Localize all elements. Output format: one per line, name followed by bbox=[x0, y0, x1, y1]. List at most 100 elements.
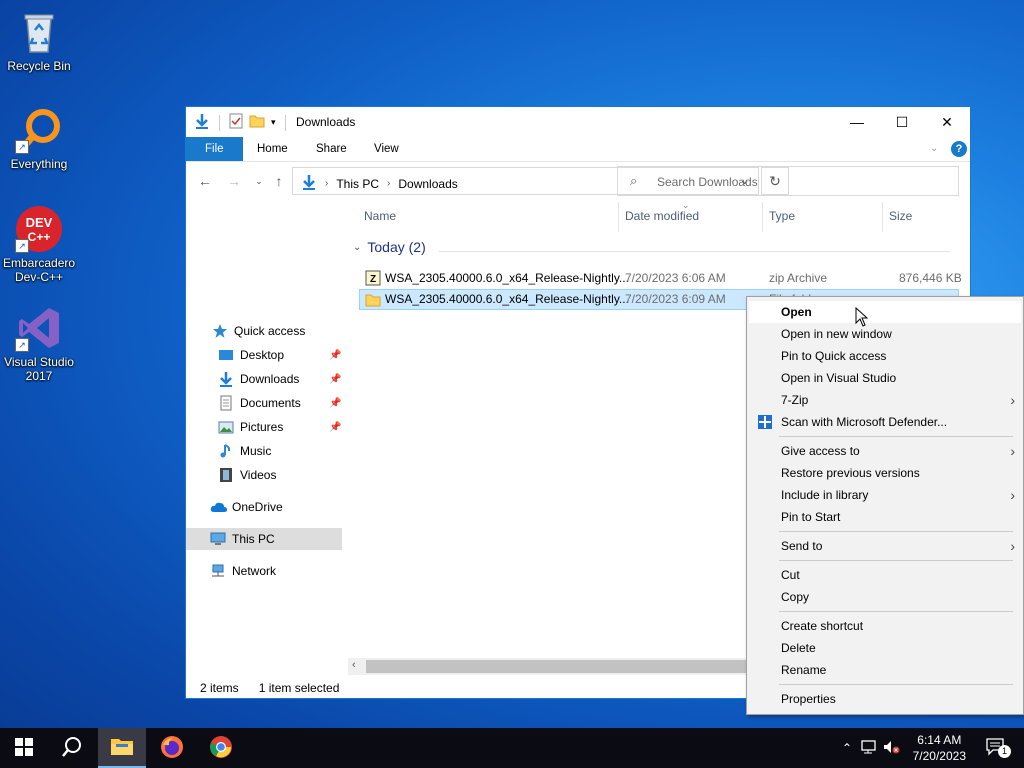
pin-icon[interactable]: 📌 bbox=[329, 374, 341, 385]
scroll-left-icon[interactable]: ‹ bbox=[352, 659, 356, 671]
tab-view[interactable]: View bbox=[360, 137, 413, 161]
search-button[interactable] bbox=[48, 728, 96, 768]
shortcut-arrow-icon: ↗ bbox=[15, 239, 29, 253]
properties-check-icon[interactable] bbox=[229, 113, 243, 132]
computer-icon bbox=[210, 531, 226, 547]
window-title: Downloads bbox=[296, 115, 356, 129]
windows-logo-icon bbox=[15, 737, 33, 759]
file-name: WSA_2305.40000.6.0_x64_Release-Nightly..… bbox=[385, 292, 629, 306]
volume-muted-icon[interactable] bbox=[882, 739, 904, 758]
taskbar-chrome[interactable] bbox=[197, 728, 245, 768]
quick-access-toolbar: ▾ bbox=[194, 113, 289, 132]
title-bar[interactable]: ▾ Downloads — ☐ ✕ bbox=[186, 107, 970, 137]
menu-item-create-shortcut[interactable]: Create shortcut bbox=[749, 615, 1021, 637]
chevron-right-icon[interactable]: › bbox=[387, 178, 390, 189]
tab-share[interactable]: Share bbox=[302, 137, 361, 161]
column-name[interactable]: Name bbox=[364, 209, 396, 223]
network-icon[interactable] bbox=[860, 739, 882, 758]
system-tray: ⌃ bbox=[838, 728, 904, 768]
menu-item-open[interactable]: Open bbox=[749, 301, 1021, 323]
status-selection: 1 item selected bbox=[258, 681, 340, 695]
menu-item-properties[interactable]: Properties bbox=[749, 688, 1021, 710]
nav-onedrive[interactable]: OneDrive bbox=[210, 496, 283, 518]
tab-file[interactable]: File bbox=[186, 137, 243, 161]
new-folder-icon[interactable] bbox=[249, 114, 265, 131]
nav-network[interactable]: Network bbox=[210, 560, 276, 582]
action-center-button[interactable]: 1 bbox=[986, 736, 1012, 760]
scroll-thumb[interactable] bbox=[366, 660, 748, 673]
column-date-modified[interactable]: Date modified bbox=[625, 209, 699, 223]
nav-music[interactable]: Music bbox=[218, 440, 271, 462]
menu-item-give-access[interactable]: Give access to › bbox=[749, 440, 1021, 462]
menu-item-copy[interactable]: Copy bbox=[749, 586, 1021, 608]
nav-videos[interactable]: Videos bbox=[218, 464, 276, 486]
menu-item-open-visual-studio[interactable]: Open in Visual Studio bbox=[749, 367, 1021, 389]
nav-quick-access[interactable]: Quick access bbox=[212, 320, 305, 342]
menu-item-send-to[interactable]: Send to › bbox=[749, 535, 1021, 557]
qat-dropdown-icon[interactable]: ▾ bbox=[271, 117, 276, 128]
nav-downloads[interactable]: Downloads bbox=[218, 368, 299, 390]
up-arrow-icon[interactable]: ↑ bbox=[268, 170, 290, 192]
status-item-count: 2 items bbox=[200, 681, 239, 695]
horizontal-scrollbar[interactable]: ‹ bbox=[348, 658, 748, 675]
menu-item-cut[interactable]: Cut bbox=[749, 564, 1021, 586]
table-row[interactable]: Z WSA_2305.40000.6.0_x64_Release-Nightly… bbox=[359, 268, 962, 289]
show-hidden-icons-chevron-icon[interactable]: ⌃ bbox=[838, 741, 856, 755]
group-header-today[interactable]: ⌄ Today (2) bbox=[353, 239, 426, 255]
recent-locations-icon[interactable]: ⌄ bbox=[248, 170, 270, 192]
nav-pictures[interactable]: Pictures bbox=[218, 416, 283, 438]
menu-item-include-library[interactable]: Include in library › bbox=[749, 484, 1021, 506]
menu-item-pin-quick-access[interactable]: Pin to Quick access bbox=[749, 345, 1021, 367]
mouse-cursor-icon bbox=[855, 306, 869, 330]
menu-item-restore-versions[interactable]: Restore previous versions bbox=[749, 462, 1021, 484]
clock-date: 7/20/2023 bbox=[912, 749, 966, 763]
breadcrumb-downloads[interactable]: Downloads bbox=[398, 177, 457, 191]
nav-desktop[interactable]: Desktop bbox=[218, 344, 284, 366]
pin-icon[interactable]: 📌 bbox=[329, 422, 341, 433]
menu-item-rename[interactable]: Rename bbox=[749, 659, 1021, 681]
menu-item-scan-defender[interactable]: Scan with Microsoft Defender... bbox=[749, 411, 1021, 433]
desktop-icon bbox=[218, 347, 234, 363]
back-arrow-icon[interactable]: ← bbox=[194, 170, 216, 192]
tab-home[interactable]: Home bbox=[243, 137, 302, 161]
downloads-arrow-icon bbox=[194, 113, 210, 132]
desktop-icon-recycle-bin[interactable]: Recycle Bin bbox=[0, 8, 78, 73]
file-name: WSA_2305.40000.6.0_x64_Release-Nightly..… bbox=[385, 271, 629, 285]
downloads-arrow-icon bbox=[301, 174, 317, 193]
menu-item-pin-start[interactable]: Pin to Start bbox=[749, 506, 1021, 528]
close-button[interactable]: ✕ bbox=[924, 107, 970, 137]
help-icon[interactable]: ? bbox=[951, 141, 967, 157]
pin-icon[interactable]: 📌 bbox=[329, 398, 341, 409]
chevron-right-icon: › bbox=[1010, 392, 1015, 408]
search-input[interactable]: ⌕ Search Downloads bbox=[617, 166, 959, 196]
taskbar-firefox[interactable] bbox=[148, 728, 196, 768]
chevron-down-icon: ⌄ bbox=[353, 241, 362, 253]
minimize-button[interactable]: — bbox=[834, 107, 880, 137]
taskbar-clock[interactable]: 6:14 AM 7/20/2023 bbox=[913, 732, 966, 764]
cloud-icon bbox=[210, 499, 227, 515]
chevron-right-icon[interactable]: › bbox=[325, 178, 328, 189]
start-button[interactable] bbox=[0, 728, 48, 768]
breadcrumb-this-pc[interactable]: This PC bbox=[336, 177, 379, 191]
desktop-icon-everything[interactable]: ↗ Everything bbox=[0, 106, 78, 171]
maximize-button[interactable]: ☐ bbox=[879, 107, 925, 137]
menu-item-7zip[interactable]: 7-Zip › bbox=[749, 389, 1021, 411]
nav-this-pc[interactable]: This PC bbox=[186, 528, 342, 550]
nav-documents[interactable]: Documents bbox=[218, 392, 301, 414]
forward-arrow-icon[interactable]: → bbox=[223, 170, 245, 192]
file-size: 876,446 KB bbox=[899, 271, 962, 285]
menu-item-open-new-window[interactable]: Open in new window bbox=[749, 323, 1021, 345]
desktop-icon-visual-studio[interactable]: ↗ Visual Studio 2017 bbox=[0, 304, 78, 383]
desktop-icon-devcpp[interactable]: DEV C++ ↗ Embarcadero Dev-C++ bbox=[0, 205, 78, 284]
chevron-right-icon: › bbox=[1010, 538, 1015, 554]
ribbon-expand-icon[interactable]: ⌄ bbox=[930, 143, 938, 154]
column-size[interactable]: Size bbox=[889, 209, 912, 223]
menu-item-delete[interactable]: Delete bbox=[749, 637, 1021, 659]
chrome-icon bbox=[209, 735, 233, 762]
column-type[interactable]: Type bbox=[769, 209, 795, 223]
navigation-pane: Quick access Desktop Downloads Documents… bbox=[186, 207, 344, 667]
defender-shield-icon bbox=[757, 414, 773, 437]
desktop-icon-label: Visual Studio 2017 bbox=[4, 355, 74, 383]
pin-icon[interactable]: 📌 bbox=[329, 350, 341, 361]
taskbar-file-explorer[interactable] bbox=[98, 728, 146, 768]
